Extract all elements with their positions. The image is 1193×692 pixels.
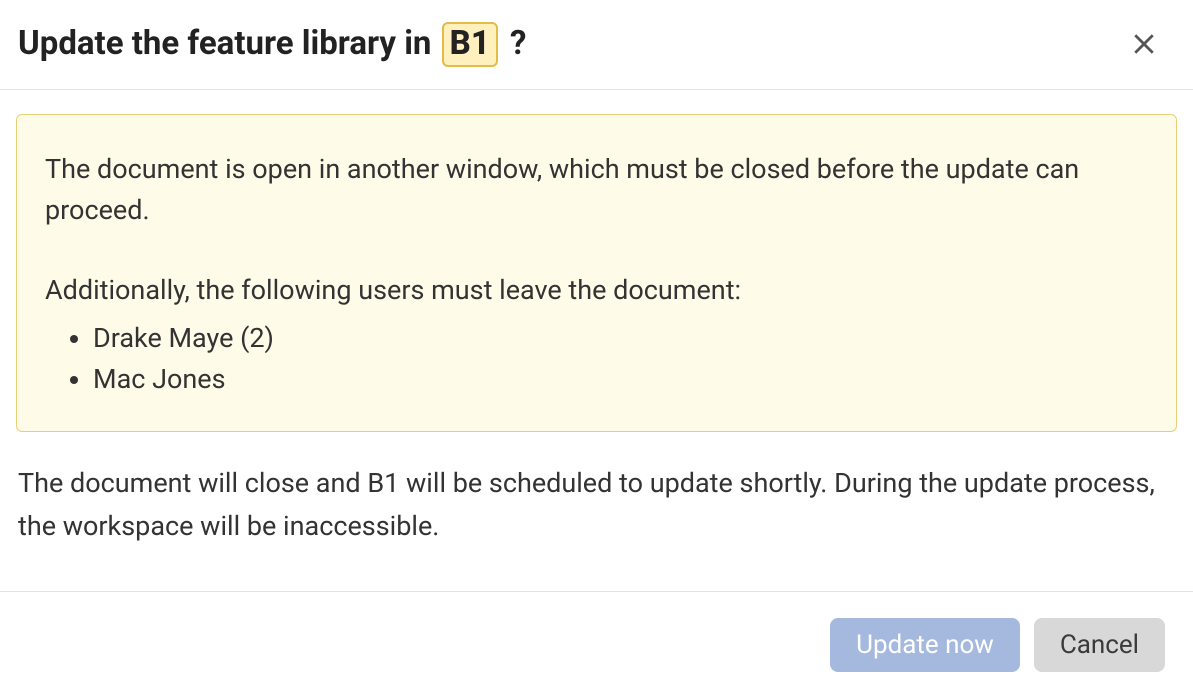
dialog-body: The document is open in another window, … [0,90,1193,591]
warning-panel: The document is open in another window, … [16,114,1177,433]
update-dialog: Update the feature library in B1 ? The d… [0,0,1193,692]
title-prefix: Update the feature library in [18,24,440,64]
warning-user-item: Mac Jones [93,359,1148,400]
workspace-badge: B1 [442,22,498,67]
title-suffix: ? [502,24,527,64]
dialog-footer: Update now Cancel [0,591,1193,692]
warning-users-intro: Additionally, the following users must l… [45,270,1148,312]
close-button[interactable] [1123,23,1165,65]
dialog-description: The document will close and B1 will be s… [16,462,1177,548]
warning-user-item: Drake Maye (2) [93,318,1148,359]
warning-doc-open: The document is open in another window, … [45,149,1148,233]
update-now-button[interactable]: Update now [830,618,1020,672]
cancel-button[interactable]: Cancel [1034,618,1165,672]
dialog-header: Update the feature library in B1 ? [0,0,1193,90]
warning-users-list: Drake Maye (2) Mac Jones [45,318,1148,399]
dialog-title: Update the feature library in B1 ? [18,22,526,67]
close-icon [1129,29,1159,59]
spacer [45,232,1148,270]
